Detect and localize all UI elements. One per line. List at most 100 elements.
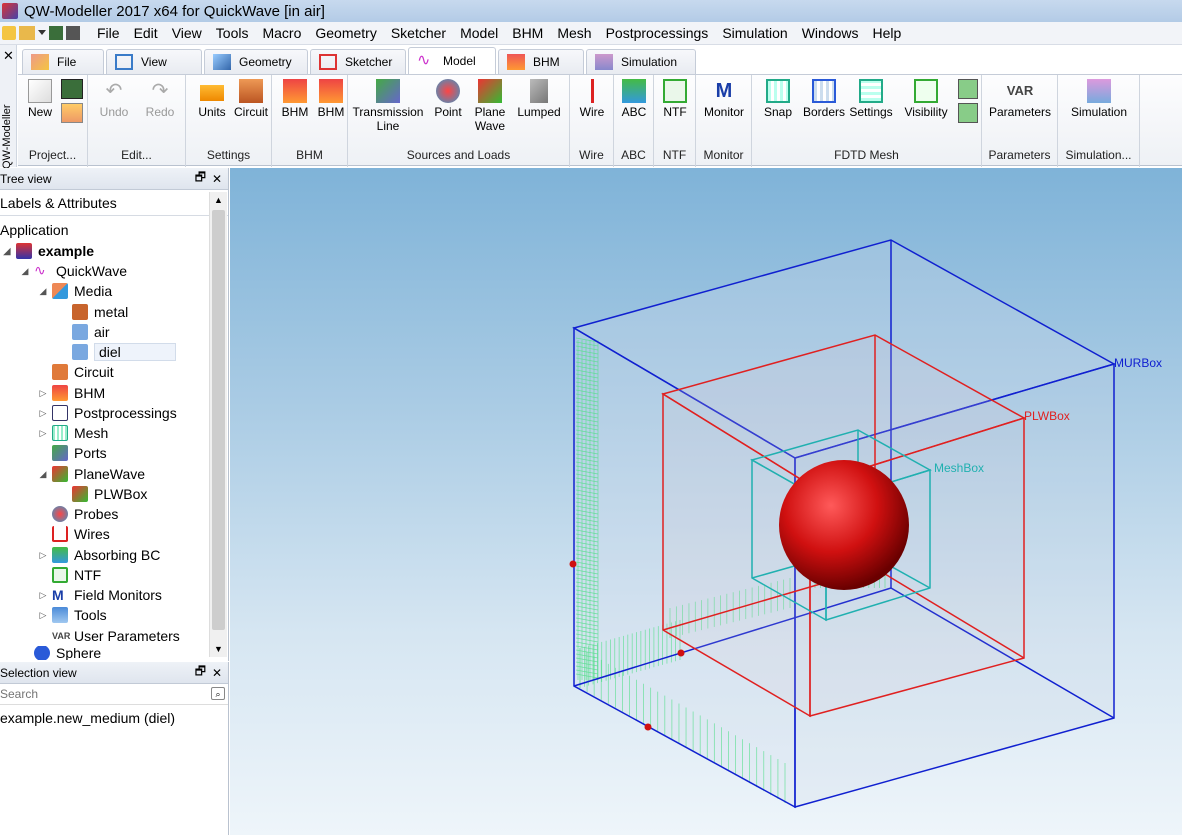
tree-item-postprocessings[interactable]: ▷ Postprocessings	[38, 403, 177, 423]
tree-item-ntf[interactable]: NTF	[38, 565, 101, 585]
mesh-refresh-button[interactable]	[956, 103, 980, 125]
close-icon[interactable]: ✕	[3, 48, 14, 64]
tree-item-field-monitors[interactable]: ▷ M Field Monitors	[38, 585, 162, 605]
tree-item-metal[interactable]: metal	[72, 302, 128, 322]
tab-bhm[interactable]: BHM	[498, 49, 584, 74]
wire-button[interactable]: Wire	[574, 79, 610, 119]
tree-column-header[interactable]: Labels & Attributes	[0, 190, 228, 216]
search-input[interactable]	[0, 684, 208, 704]
menu-bhm[interactable]: BHM	[505, 25, 550, 41]
menu-macro[interactable]: Macro	[255, 25, 308, 41]
tree-item-application[interactable]: Application	[0, 220, 69, 240]
tab-geometry[interactable]: Geometry	[204, 49, 308, 74]
units-button[interactable]: Units	[194, 79, 230, 119]
circuit-button[interactable]: Circuit	[232, 79, 270, 119]
port-point[interactable]	[644, 723, 652, 731]
ntf-button[interactable]: NTF	[658, 79, 692, 119]
menu-postprocessings[interactable]: Postprocessings	[599, 25, 716, 41]
expand-icon[interactable]: ▷	[38, 428, 48, 439]
expand-icon[interactable]: ▷	[38, 388, 48, 399]
quick-save-icon[interactable]	[49, 26, 63, 40]
scroll-up-icon[interactable]: ▲	[210, 192, 227, 208]
abc-button[interactable]: ABC	[618, 79, 650, 119]
menu-sketcher[interactable]: Sketcher	[384, 25, 453, 41]
tree-item-mesh[interactable]: ▷ Mesh	[38, 423, 108, 443]
new-button[interactable]: New	[24, 79, 56, 119]
quick-saveas-icon[interactable]	[66, 26, 80, 40]
tree-item-sphere[interactable]: Sphere	[20, 646, 101, 660]
tree-scrollbar[interactable]: ▲ ▼	[209, 192, 227, 657]
monitor-button[interactable]: M Monitor	[700, 79, 748, 119]
bhm-button-2[interactable]: BHM	[314, 79, 348, 119]
collapse-icon[interactable]: ◢	[38, 469, 48, 480]
menu-windows[interactable]: Windows	[795, 25, 866, 41]
tab-sketcher[interactable]: Sketcher	[310, 49, 406, 74]
tree-item-ports[interactable]: Ports	[38, 443, 107, 463]
expand-icon[interactable]: ▷	[38, 610, 48, 621]
point-button[interactable]: Point	[428, 79, 468, 119]
quick-folder-icon[interactable]	[19, 26, 35, 40]
tree-item-plwbox[interactable]: PLWBox	[72, 484, 147, 504]
search-icon[interactable]: ⌕	[211, 687, 225, 700]
collapse-icon[interactable]: ◢	[38, 286, 48, 297]
collapse-icon[interactable]: ◢	[20, 266, 30, 277]
tab-simulation[interactable]: Simulation	[586, 49, 696, 74]
simulation-button[interactable]: Simulation	[1064, 79, 1134, 119]
snap-button[interactable]: Snap	[756, 79, 800, 119]
tab-view[interactable]: View	[106, 49, 202, 74]
close-icon[interactable]: ✕	[212, 172, 222, 186]
port-point[interactable]	[569, 560, 577, 568]
dielectric-sphere[interactable]	[779, 460, 909, 590]
tree-item-probes[interactable]: Probes	[38, 504, 118, 524]
menu-edit[interactable]: Edit	[127, 25, 165, 41]
plane-wave-button[interactable]: Plane Wave	[470, 79, 510, 133]
tree-item-planewave[interactable]: ◢ PlaneWave	[38, 464, 145, 484]
scroll-thumb[interactable]	[212, 210, 225, 630]
port-point[interactable]	[677, 649, 685, 657]
tree-item-diel[interactable]: diel	[72, 342, 176, 362]
open-image-button[interactable]	[60, 103, 84, 125]
transmission-line-button[interactable]: Transmission Line	[350, 79, 426, 133]
selection-value[interactable]: example.new_medium (diel)	[0, 710, 228, 726]
menu-geometry[interactable]: Geometry	[308, 25, 383, 41]
expand-icon[interactable]: ▷	[38, 590, 48, 601]
group-label[interactable]: Project...	[18, 148, 87, 162]
tree-item-bhm[interactable]: ▷ BHM	[38, 383, 105, 403]
menu-tools[interactable]: Tools	[209, 25, 256, 41]
group-label[interactable]: Simulation...	[1058, 148, 1139, 162]
float-icon[interactable]: 🗗	[195, 662, 206, 683]
save-button[interactable]	[60, 79, 84, 101]
visibility-button[interactable]: Visibility	[898, 79, 954, 119]
3d-viewport[interactable]: MURBox PLWBox MeshBox	[230, 168, 1182, 835]
menu-view[interactable]: View	[165, 25, 209, 41]
tree-item-tools[interactable]: ▷ Tools	[38, 605, 107, 625]
scroll-down-icon[interactable]: ▼	[210, 641, 227, 657]
menu-model[interactable]: Model	[453, 25, 505, 41]
tree-item-media[interactable]: ◢ Media	[38, 281, 112, 301]
tree-item-absorbing-bc[interactable]: ▷ Absorbing BC	[38, 545, 160, 565]
collapse-icon[interactable]: ◢	[2, 246, 12, 257]
tab-model[interactable]: ∿ Model	[408, 47, 496, 74]
expand-icon[interactable]: ▷	[38, 550, 48, 561]
tree-item-example[interactable]: ◢ example	[2, 241, 94, 261]
float-icon[interactable]: 🗗	[195, 168, 206, 189]
quick-app-icon[interactable]	[2, 26, 16, 40]
menu-simulation[interactable]: Simulation	[715, 25, 794, 41]
tree-item-user-parameters[interactable]: VAR User Parameters	[38, 626, 180, 646]
group-label[interactable]: Edit...	[88, 148, 185, 162]
mesh-settings-button[interactable]: Settings	[848, 79, 894, 119]
undo-button[interactable]: ↶ Undo	[94, 79, 134, 119]
mesh-view-button[interactable]	[956, 79, 980, 101]
lumped-button[interactable]: Lumped	[512, 79, 566, 119]
menu-help[interactable]: Help	[865, 25, 908, 41]
bhm-button-1[interactable]: BHM	[278, 79, 312, 119]
tab-file[interactable]: File	[22, 49, 104, 74]
menu-mesh[interactable]: Mesh	[550, 25, 598, 41]
tree-item-wires[interactable]: Wires	[38, 524, 110, 544]
expand-icon[interactable]: ▷	[38, 408, 48, 419]
close-icon[interactable]: ✕	[212, 666, 222, 680]
menu-file[interactable]: File	[90, 25, 127, 41]
scene-canvas[interactable]: MURBox PLWBox MeshBox	[230, 168, 1182, 835]
tree-item-air[interactable]: air	[72, 322, 110, 342]
quick-dropdown-icon[interactable]	[38, 30, 46, 36]
